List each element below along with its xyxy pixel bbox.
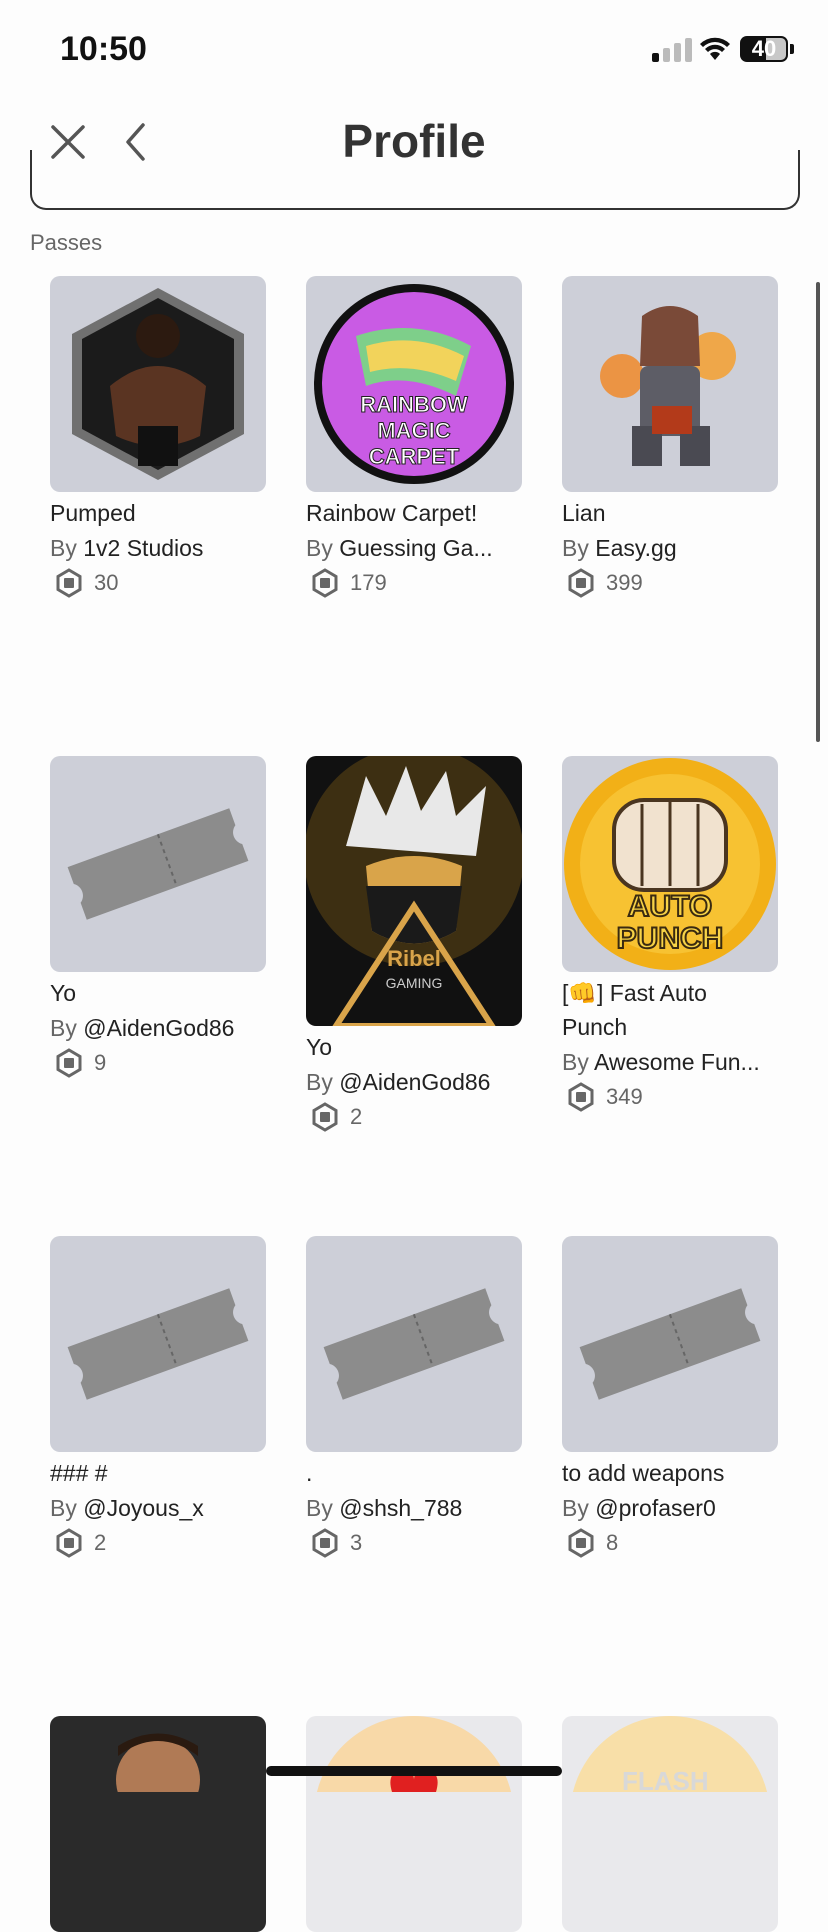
pass-creator: By @shsh_788 [306,1495,463,1521]
pass-item[interactable]: FLASH [562,1716,778,1932]
pass-name: Yo [50,980,77,1006]
pass-name: ### # [50,1460,108,1486]
pass-item[interactable]: Lian By Easy.gg 399 [562,276,778,598]
status-bar: 10:50 40 [0,0,828,100]
pass-item[interactable]: Ribel GAMING Yo By @AidenGod86 2 [306,756,522,1132]
thumb-text: FLASH [622,1766,709,1792]
pass-thumbnail [306,1236,522,1452]
pass-creator: By @AidenGod86 [50,1015,235,1041]
pass-name: [👊] Fast Auto Punch [562,980,707,1040]
section-label-passes: Passes [30,230,103,255]
pass-thumbnail [50,1716,266,1932]
pass-creator: By @Joyous_x [50,1495,204,1521]
battery-level: 40 [751,36,777,61]
pass-thumbnail [50,276,266,492]
pass-thumbnail [562,276,778,492]
previous-card [30,150,800,210]
pass-item[interactable]: RAINBOW MAGIC CARPET Rainbow Carpet! By … [306,276,522,598]
pass-name: . [306,1460,313,1486]
pass-name: Rainbow Carpet! [306,500,478,526]
thumb-text: RAINBOW [360,392,468,417]
robux-icon [312,1528,338,1558]
pass-item[interactable]: AUTO PUNCH [👊] Fast Auto Punch By Awesom… [562,756,778,1112]
pass-thumbnail [50,1236,266,1452]
robux-icon [568,568,594,598]
scrollbar[interactable] [816,282,820,742]
robux-icon [56,1528,82,1558]
robux-icon [312,1102,338,1132]
ticket-icon [579,1288,761,1400]
robux-icon [568,1082,594,1112]
pass-thumbnail: Ribel GAMING [306,756,522,1026]
pass-thumbnail: FLASH [562,1716,778,1932]
pass-item[interactable] [306,1716,522,1932]
cellular-signal-icon [652,36,692,62]
thumb-text: Ribel [387,946,441,971]
battery-icon: 40 [740,36,788,62]
pass-creator: By 1v2 Studios [50,535,204,561]
robux-icon [56,1048,82,1078]
pass-creator: By Guessing Ga... [306,535,493,561]
pass-price: 2 [50,1528,266,1558]
pass-item[interactable]: Pumped By 1v2 Studios 30 [50,276,266,598]
robux-icon [312,568,338,598]
pass-item[interactable] [50,1716,266,1932]
pass-thumbnail [50,756,266,972]
pass-creator: By @profaser0 [562,1495,716,1521]
pass-creator: By Awesome Fun... [562,1049,760,1075]
pass-price: 8 [562,1528,778,1558]
pass-price: 30 [50,568,266,598]
pass-creator: By @AidenGod86 [306,1069,491,1095]
pass-item[interactable]: Yo By @AidenGod86 9 [50,756,266,1078]
pass-thumbnail: AUTO PUNCH [562,756,778,972]
status-time: 10:50 [60,30,147,68]
thumb-text: CARPET [369,444,460,469]
ticket-icon [67,808,249,920]
wifi-icon [700,37,730,60]
robux-icon [568,1528,594,1558]
robux-icon [56,568,82,598]
pass-thumbnail [562,1236,778,1452]
pass-price: 399 [562,568,778,598]
thumb-text: PUNCH [617,922,724,955]
ticket-icon [323,1288,505,1400]
thumb-text: AUTO [628,890,712,923]
pass-item[interactable]: ### # By @Joyous_x 2 [50,1236,266,1558]
pass-price: 2 [306,1102,522,1132]
pass-price: 349 [562,1082,778,1112]
pass-name: to add weapons [562,1460,725,1486]
pass-price: 179 [306,568,522,598]
pass-creator: By Easy.gg [562,535,677,561]
pass-name: Lian [562,500,606,526]
pass-name: Pumped [50,500,136,526]
pass-item[interactable]: . By @shsh_788 3 [306,1236,522,1558]
pass-price: 9 [50,1048,266,1078]
pass-item[interactable]: to add weapons By @profaser0 8 [562,1236,778,1558]
pass-price: 3 [306,1528,522,1558]
pass-thumbnail [306,1716,522,1932]
pass-name: Yo [306,1034,333,1060]
thumb-text: MAGIC [377,418,450,443]
pass-thumbnail: RAINBOW MAGIC CARPET [306,276,522,492]
ticket-icon [67,1288,249,1400]
home-indicator[interactable] [266,1766,562,1776]
thumb-text: GAMING [386,975,443,991]
